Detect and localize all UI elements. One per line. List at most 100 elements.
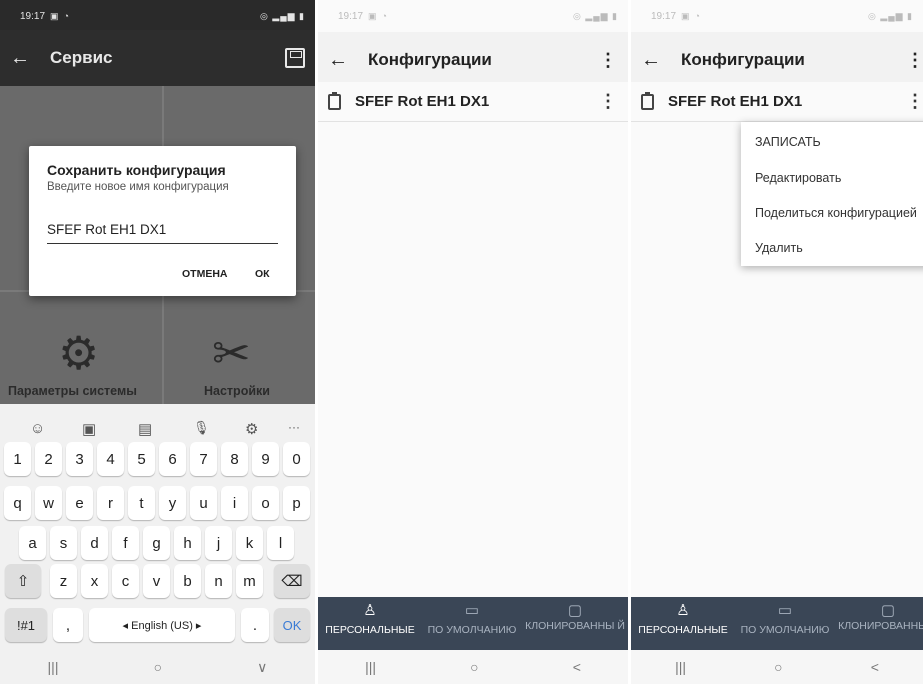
key-t[interactable]: t bbox=[128, 486, 155, 520]
configuration-name[interactable]: SFEF Rot EH1 DX1 bbox=[355, 93, 489, 110]
key-m[interactable]: m bbox=[236, 564, 263, 598]
recent-apps-icon[interactable]: ||| bbox=[365, 659, 376, 675]
keyboard-ok-key[interactable]: OK bbox=[274, 608, 310, 642]
ok-button[interactable]: ОК bbox=[255, 268, 270, 280]
tab-cloned[interactable]: ▢ КЛОНИРОВАННЫ Й bbox=[522, 597, 628, 650]
clipboard-icon[interactable]: ▤ bbox=[138, 420, 152, 438]
key-j[interactable]: j bbox=[205, 526, 232, 560]
key-c[interactable]: c bbox=[112, 564, 139, 598]
key-2[interactable]: 2 bbox=[35, 442, 62, 476]
comma-key[interactable]: , bbox=[53, 608, 83, 642]
status-bar: 19:17 ▣ ◔ ◎ ▂▄▆ ▮ bbox=[0, 0, 315, 32]
overflow-menu-icon[interactable]: ⋮ bbox=[598, 50, 618, 71]
list-item[interactable]: SFEF Rot EH1 DX1 ⋮ bbox=[631, 82, 923, 122]
symbols-key[interactable]: !#1 bbox=[5, 608, 47, 642]
key-v[interactable]: v bbox=[143, 564, 170, 598]
key-a[interactable]: a bbox=[19, 526, 46, 560]
key-z[interactable]: z bbox=[50, 564, 77, 598]
tab-default[interactable]: ▭ ПО УМОЛЧАНИЮ bbox=[422, 597, 522, 650]
item-context-menu: ЗАПИСАТЬ Редактировать Поделиться конфиг… bbox=[741, 122, 923, 266]
tab-personal[interactable]: ♙ ПЕРСОНАЛЬНЫЕ bbox=[631, 597, 735, 650]
page-title: Сервис bbox=[50, 48, 113, 67]
key-o[interactable]: o bbox=[252, 486, 279, 520]
key-x[interactable]: x bbox=[81, 564, 108, 598]
save-configuration-dialog: Сохранить конфигурация Введите новое имя… bbox=[29, 146, 296, 296]
list-item[interactable]: SFEF Rot EH1 DX1 ⋮ bbox=[318, 82, 628, 122]
sticker-icon[interactable]: ▣ bbox=[82, 420, 96, 438]
overflow-menu-icon[interactable]: ⋮ bbox=[905, 50, 923, 71]
key-e[interactable]: e bbox=[66, 486, 93, 520]
home-icon[interactable]: ○ bbox=[774, 659, 782, 675]
microphone-icon[interactable]: 🎙 bbox=[193, 420, 210, 436]
key-p[interactable]: p bbox=[283, 486, 310, 520]
emoji-icon[interactable]: ☺ bbox=[30, 420, 45, 437]
key-b[interactable]: b bbox=[174, 564, 201, 598]
more-icon[interactable]: ··· bbox=[288, 420, 300, 434]
back-nav-icon[interactable]: < bbox=[871, 659, 879, 675]
key-u[interactable]: u bbox=[190, 486, 217, 520]
keyboard-settings-icon[interactable]: ⚙ bbox=[245, 420, 258, 438]
cancel-button[interactable]: ОТМЕНА bbox=[182, 268, 228, 280]
key-l[interactable]: l bbox=[267, 526, 294, 560]
item-menu-icon[interactable]: ⋮ bbox=[598, 91, 618, 112]
backspace-key[interactable]: ⌫ bbox=[274, 564, 310, 598]
configuration-name[interactable]: SFEF Rot EH1 DX1 bbox=[668, 93, 802, 110]
menu-item-share[interactable]: Поделиться конфигурацией bbox=[755, 206, 917, 220]
save-icon[interactable] bbox=[285, 48, 305, 68]
tab-default[interactable]: ▭ ПО УМОЛЧАНИЮ bbox=[735, 597, 835, 650]
menu-item-write[interactable]: ЗАПИСАТЬ bbox=[755, 135, 821, 149]
back-arrow-icon[interactable]: ← bbox=[641, 49, 671, 72]
tile-label-system-params[interactable]: Параметры системы bbox=[8, 384, 137, 398]
period-key[interactable]: . bbox=[241, 608, 269, 642]
tab-label: ПО УМОЛЧАНИЮ bbox=[740, 624, 830, 636]
key-5[interactable]: 5 bbox=[128, 442, 155, 476]
shift-key[interactable]: ⇧ bbox=[5, 564, 41, 598]
signal-battery-icon: ◎ ▂▄▆ ▮ bbox=[572, 10, 618, 21]
key-h[interactable]: h bbox=[174, 526, 201, 560]
tab-cloned[interactable]: ▢ КЛОНИРОВАННЫ Й bbox=[835, 597, 923, 650]
recent-apps-icon[interactable]: ||| bbox=[675, 659, 686, 675]
key-9[interactable]: 9 bbox=[252, 442, 279, 476]
home-icon[interactable]: ○ bbox=[154, 659, 162, 675]
key-n[interactable]: n bbox=[205, 564, 232, 598]
wifi-icon: ◔ bbox=[694, 11, 700, 21]
key-3[interactable]: 3 bbox=[66, 442, 93, 476]
menu-item-edit[interactable]: Редактировать bbox=[755, 171, 841, 185]
key-s[interactable]: s bbox=[50, 526, 77, 560]
hide-keyboard-icon[interactable]: ∨ bbox=[257, 659, 267, 676]
gear-icon[interactable]: ⚙ bbox=[58, 326, 99, 380]
configuration-name-input[interactable]: SFEF Rot EH1 DX1 bbox=[47, 222, 278, 244]
key-g[interactable]: g bbox=[143, 526, 170, 560]
key-f[interactable]: f bbox=[112, 526, 139, 560]
key-k[interactable]: k bbox=[236, 526, 263, 560]
item-menu-icon[interactable]: ⋮ bbox=[905, 91, 923, 112]
menu-item-delete[interactable]: Удалить bbox=[755, 241, 803, 255]
clipboard-icon bbox=[641, 91, 654, 110]
key-i[interactable]: i bbox=[221, 486, 248, 520]
key-4[interactable]: 4 bbox=[97, 442, 124, 476]
tab-personal[interactable]: ♙ ПЕРСОНАЛЬНЫЕ bbox=[318, 597, 422, 650]
page-title: Конфигурации bbox=[681, 50, 805, 69]
status-time: 19:17 bbox=[338, 10, 364, 22]
key-w[interactable]: w bbox=[35, 486, 62, 520]
back-nav-icon[interactable]: < bbox=[573, 659, 581, 675]
back-arrow-icon[interactable]: ← bbox=[10, 47, 40, 70]
key-y[interactable]: y bbox=[159, 486, 186, 520]
key-6[interactable]: 6 bbox=[159, 442, 186, 476]
key-1[interactable]: 1 bbox=[4, 442, 31, 476]
space-key[interactable]: ◂ English (US) ▸ bbox=[89, 608, 235, 642]
app-bar: ← Конфигурации ⋮ bbox=[318, 32, 628, 88]
app-bar: ← Конфигурации ⋮ bbox=[631, 32, 923, 88]
key-0[interactable]: 0 bbox=[283, 442, 310, 476]
key-r[interactable]: r bbox=[97, 486, 124, 520]
key-8[interactable]: 8 bbox=[221, 442, 248, 476]
tile-label-settings[interactable]: Настройки bbox=[204, 384, 270, 398]
tab-label: ПЕРСОНАЛЬНЫЕ bbox=[638, 624, 728, 636]
key-q[interactable]: q bbox=[4, 486, 31, 520]
recent-apps-icon[interactable]: ||| bbox=[48, 659, 59, 675]
tools-icon[interactable]: ✂ bbox=[212, 326, 251, 380]
key-d[interactable]: d bbox=[81, 526, 108, 560]
key-7[interactable]: 7 bbox=[190, 442, 217, 476]
home-icon[interactable]: ○ bbox=[470, 659, 478, 675]
back-arrow-icon[interactable]: ← bbox=[328, 49, 358, 72]
